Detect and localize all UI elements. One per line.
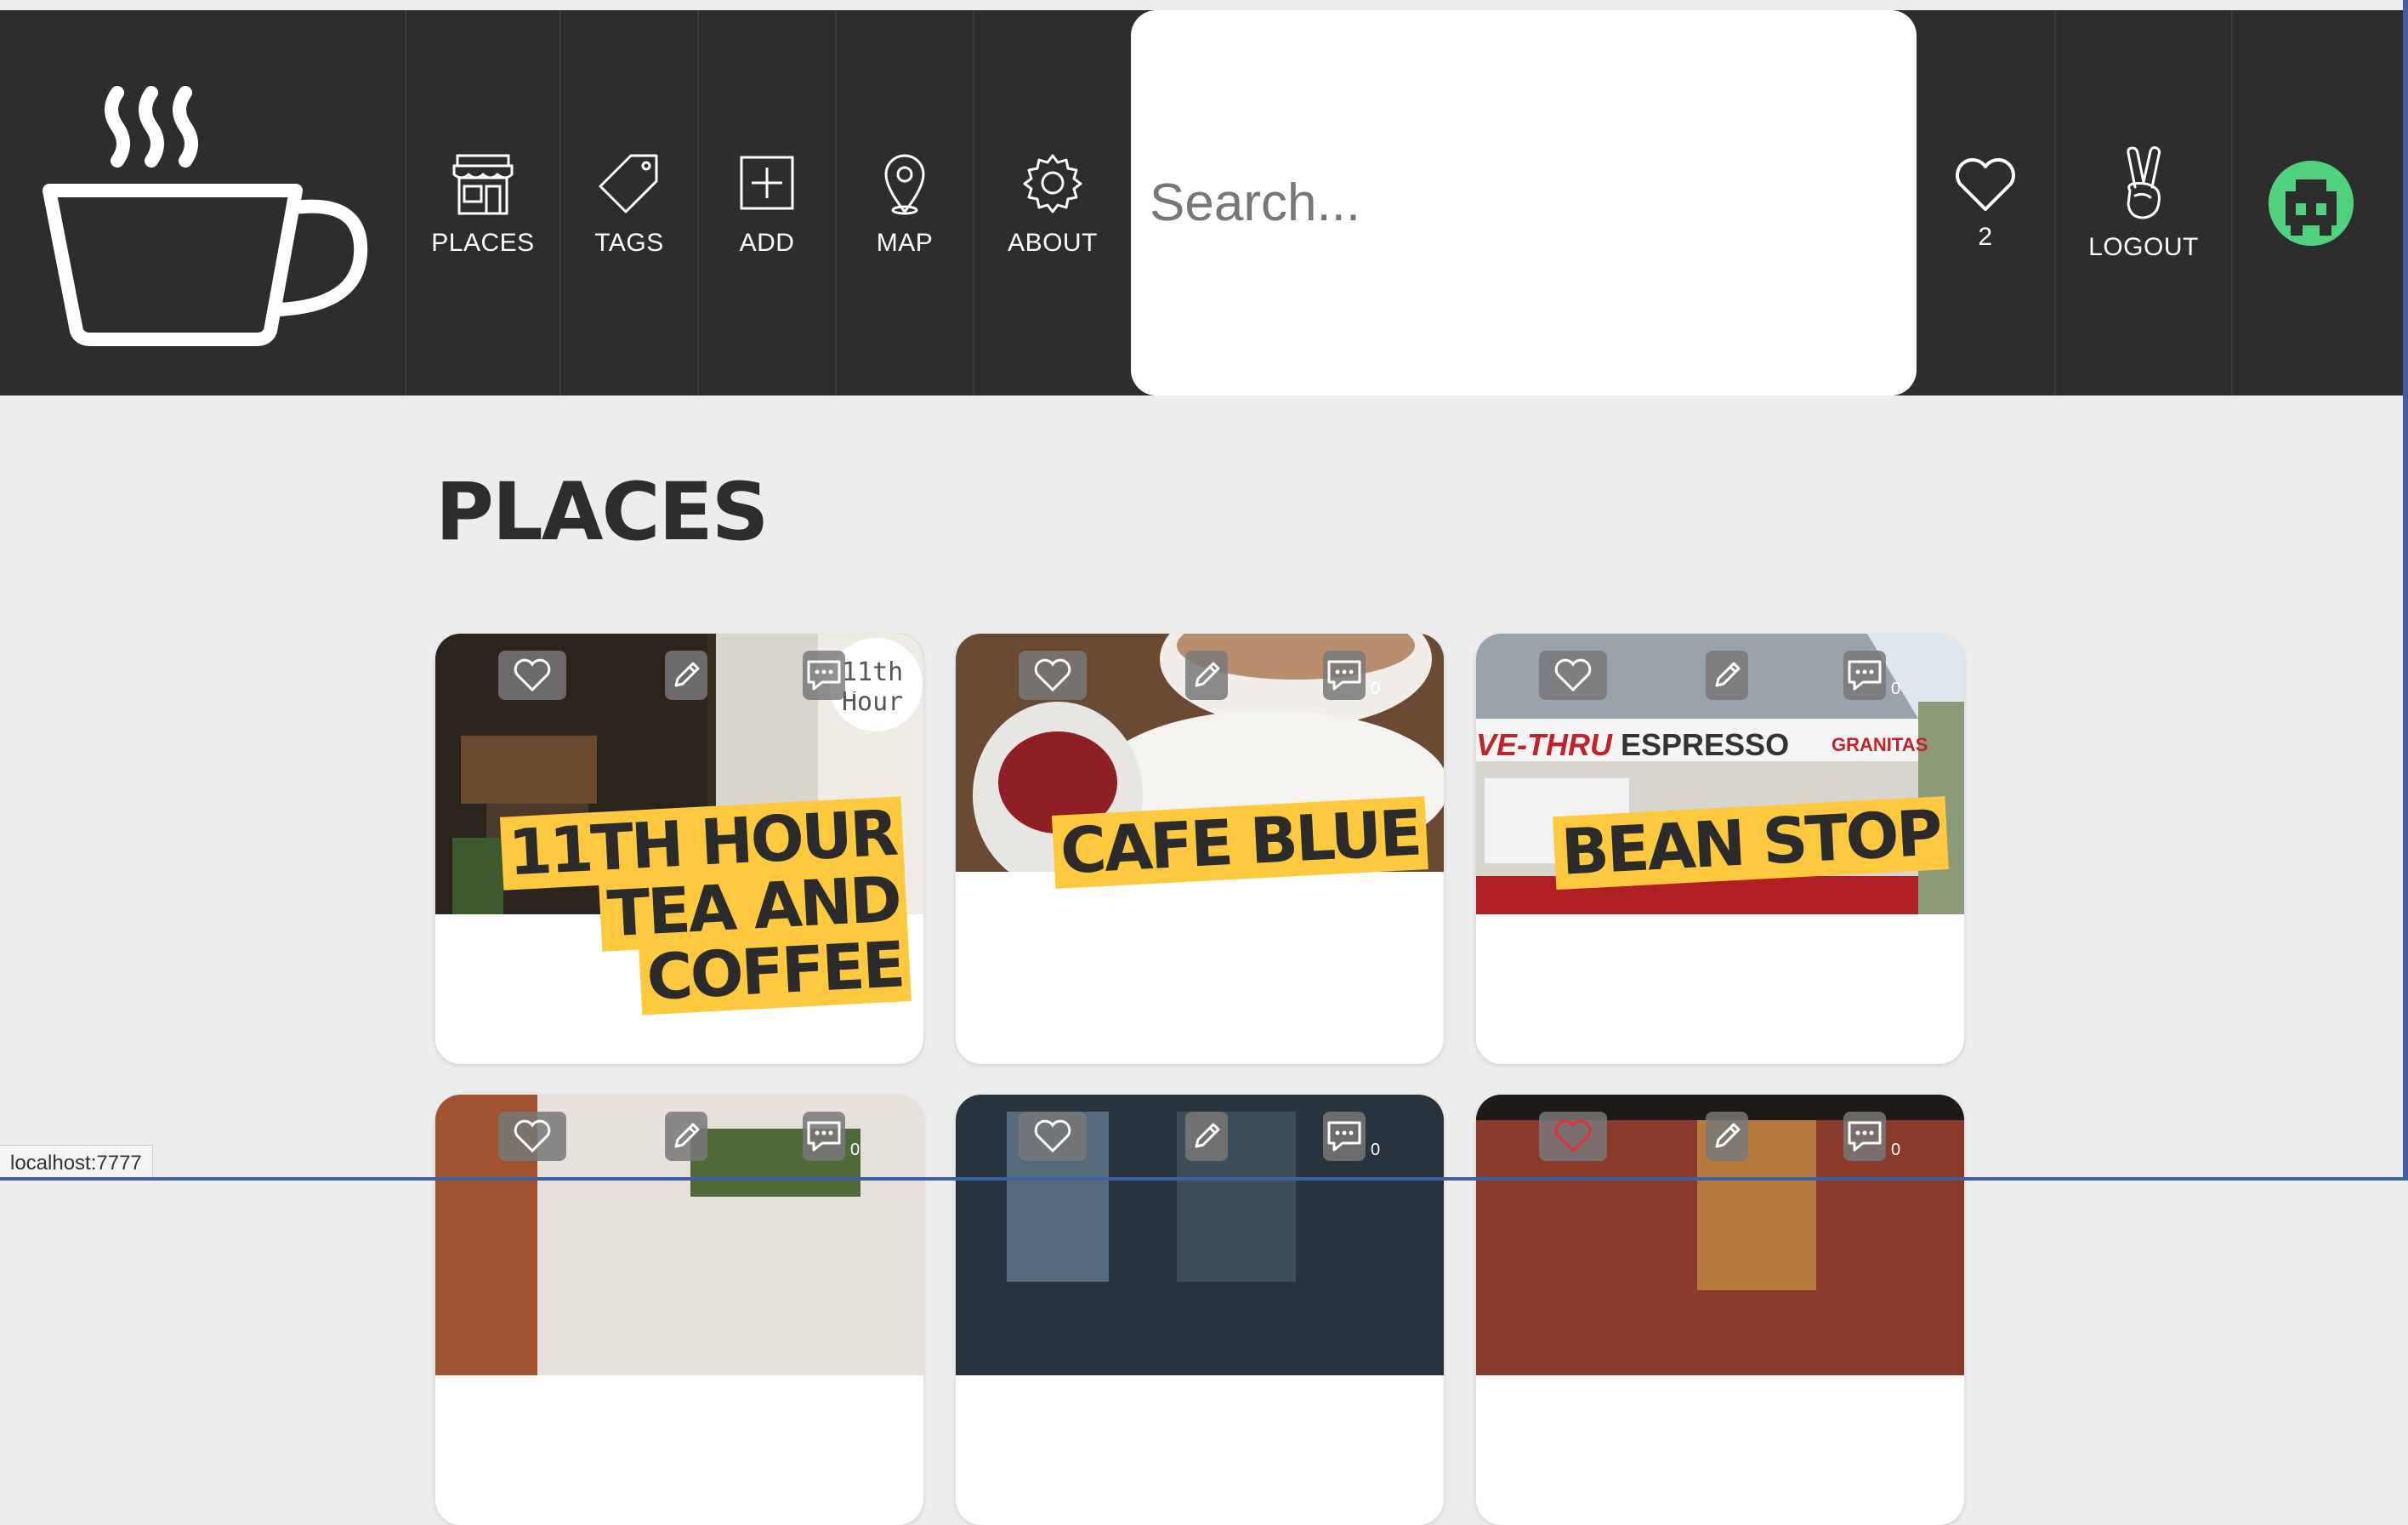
window-top-strip <box>0 0 2408 10</box>
nav-map[interactable]: MAP <box>835 10 973 395</box>
comment-count: 0 <box>1891 680 1901 698</box>
comment-icon <box>1848 660 1882 691</box>
edit-button[interactable] <box>1185 1112 1228 1161</box>
window-edge-right <box>2403 0 2408 1181</box>
search-input[interactable] <box>1148 172 1900 234</box>
page-title: PLACES <box>435 466 769 559</box>
nav-logout[interactable]: LOGOUT <box>2054 10 2231 395</box>
photo-sign-text: ESPRESSO <box>1621 727 1790 762</box>
storefront-icon <box>452 154 514 214</box>
favorite-button[interactable] <box>498 1112 566 1161</box>
place-card[interactable]: 0 CAFE BLUE <box>956 634 1444 1064</box>
heart-icon <box>514 1119 551 1153</box>
photo-sign-text: GRANITAS <box>1832 734 1928 755</box>
comment-count: 0 <box>850 680 860 698</box>
comment-count: 0 <box>1891 1141 1901 1159</box>
edit-button[interactable] <box>665 1112 707 1161</box>
place-name: 11TH HOUR TEA AND COFFEE <box>499 796 912 1016</box>
comment-icon <box>807 1121 841 1152</box>
plus-square-icon <box>740 156 794 209</box>
favorite-button[interactable] <box>498 651 566 700</box>
place-card[interactable]: 0 <box>1476 1095 1964 1525</box>
favorite-button[interactable] <box>1019 1112 1087 1161</box>
nav-logout-label: LOGOUT <box>2088 232 2199 261</box>
nav-add-label: ADD <box>739 228 795 257</box>
comments-button[interactable] <box>803 1112 845 1161</box>
edit-button[interactable] <box>665 651 707 700</box>
edit-button[interactable] <box>1706 651 1748 700</box>
nav-about[interactable]: ABOUT <box>973 10 1131 395</box>
gear-icon <box>1023 154 1082 213</box>
peace-hand-icon <box>2127 145 2161 219</box>
favorite-button[interactable] <box>1539 651 1607 700</box>
comments-button[interactable] <box>1843 1112 1886 1161</box>
comment-icon <box>1848 1121 1882 1152</box>
nav-places[interactable]: PLACES <box>405 10 559 395</box>
avatar[interactable] <box>2269 160 2354 246</box>
pixel-avatar-icon <box>2269 160 2354 246</box>
comment-icon <box>1327 660 1361 691</box>
place-card[interactable]: 0 <box>435 1095 923 1525</box>
place-card[interactable]: VE-THRU ESPRESSO GRANITAS 0 BEAN STOP <box>1476 634 1964 1064</box>
comment-count: 0 <box>1371 1141 1381 1159</box>
comments-button[interactable] <box>803 651 845 700</box>
pencil-icon <box>1715 1123 1741 1148</box>
heart-icon <box>514 658 551 692</box>
pencil-icon <box>1715 662 1741 687</box>
pencil-icon <box>1195 1123 1220 1148</box>
edit-button[interactable] <box>1706 1112 1748 1161</box>
heart-icon <box>1034 658 1071 692</box>
heart-icon <box>1955 157 2016 211</box>
pencil-icon <box>674 662 700 687</box>
photo-sign-text: VE-THRU <box>1476 727 1612 762</box>
place-name-banner: 11TH HOUR TEA AND COFFEE <box>435 796 923 1023</box>
user-avatar-cell[interactable] <box>2231 10 2389 395</box>
browser-status-bar: localhost:7777 <box>0 1145 153 1181</box>
favorite-button[interactable] <box>1539 1112 1607 1161</box>
nav-add[interactable]: ADD <box>697 10 835 395</box>
favorites-count: 2 <box>1978 222 1993 251</box>
search-box <box>1131 10 1917 395</box>
comments-button[interactable] <box>1843 651 1886 700</box>
nav-map-label: MAP <box>876 228 934 257</box>
pencil-icon <box>674 1123 700 1148</box>
nav-about-label: ABOUT <box>1008 228 1098 257</box>
heart-icon <box>1554 658 1592 692</box>
heart-icon <box>1034 1119 1071 1153</box>
place-card[interactable]: 11th Hour 0 11TH HOUR TEA AND COFFEE <box>435 634 923 1064</box>
comments-button[interactable] <box>1323 651 1366 700</box>
comments-button[interactable] <box>1323 1112 1366 1161</box>
nav-places-label: PLACES <box>431 228 535 257</box>
comment-count: 0 <box>1371 680 1381 698</box>
comment-count: 0 <box>850 1141 860 1159</box>
nav-favorites[interactable]: 2 <box>1917 10 2054 395</box>
place-card[interactable]: 0 <box>956 1095 1444 1525</box>
nav-tags[interactable]: TAGS <box>559 10 697 395</box>
map-pin-icon <box>884 154 925 214</box>
coffee-cup-logo[interactable] <box>0 10 405 395</box>
coffee-cup-icon <box>43 85 368 346</box>
pencil-icon <box>1195 662 1220 687</box>
top-nav: PLACES TAGS ADD MAP ABOUT Search... 2 LO… <box>0 10 2408 395</box>
tag-icon <box>599 154 658 213</box>
window-edge-bottom <box>0 1177 2408 1181</box>
comment-icon <box>807 660 841 691</box>
comment-icon <box>1327 1121 1361 1152</box>
nav-tags-label: TAGS <box>594 228 664 257</box>
favorite-button[interactable] <box>1019 651 1087 700</box>
heart-icon <box>1554 1119 1592 1153</box>
edit-button[interactable] <box>1185 651 1228 700</box>
